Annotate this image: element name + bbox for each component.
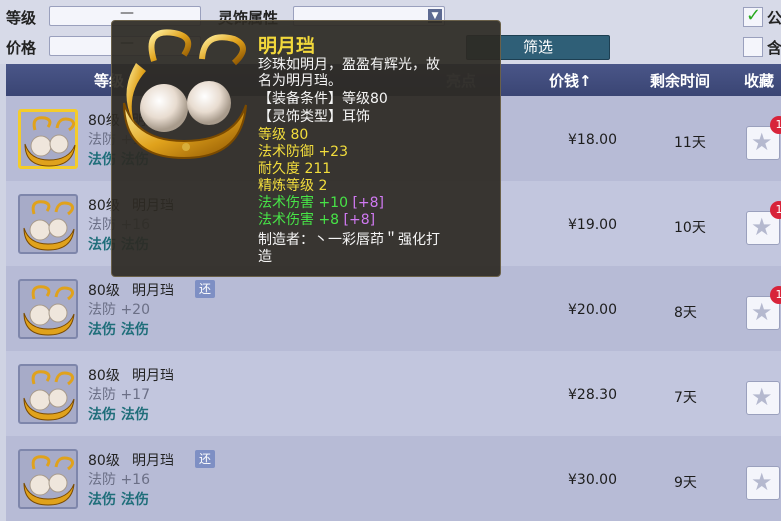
include-checkbox[interactable] xyxy=(743,37,763,57)
item-price: ¥20.00 xyxy=(568,302,617,318)
item-name: 明月珰 xyxy=(132,453,174,469)
tooltip-type: 【灵饰类型】耳饰 xyxy=(258,109,370,125)
earring-icon[interactable] xyxy=(18,449,78,509)
item-tags: 法伤 法伤 xyxy=(88,322,149,338)
item-remaining-time: 9天 xyxy=(674,475,697,491)
star-icon: ★ xyxy=(751,468,773,496)
earring-icon[interactable] xyxy=(18,194,78,254)
item-name: 明月珰 xyxy=(132,368,174,384)
col-price-sort[interactable]: 价钱↑ xyxy=(549,70,592,91)
tooltip-durability: 耐久度 211 xyxy=(258,161,332,177)
table-row[interactable]: 80级 明月珰 还 法防 +16 法伤 法伤 ¥30.00 9天 ★ xyxy=(6,436,781,521)
tooltip-attr-1: 法术伤害 +10 [+8] xyxy=(258,195,385,211)
tooltip-attr-2: 法术伤害 +8 [+8] xyxy=(258,212,376,228)
table-row[interactable]: 80级 明月珰 法防 +17 法伤 法伤 ¥28.30 7天 ★ xyxy=(6,351,781,436)
tooltip-requirement: 【装备条件】等级80 xyxy=(258,91,388,107)
earring-icon[interactable] xyxy=(18,109,78,169)
tooltip-maker-1: 制造者：丶一彩唇茚＂强化打 xyxy=(258,232,440,248)
tooltip-mdef: 法术防御 +23 xyxy=(258,144,348,160)
include-checkbox-label: 含 xyxy=(767,39,781,57)
item-level: 80级 xyxy=(88,283,120,299)
tooltip-desc-2: 名为明月珰。 xyxy=(258,73,342,89)
item-remaining-time: 8天 xyxy=(674,305,697,321)
notification-badge: 1 xyxy=(770,116,781,134)
public-checkbox[interactable]: ✓ xyxy=(743,5,763,27)
item-remaining-time: 10天 xyxy=(674,220,706,236)
table-row[interactable]: 80级 明月珰 还 法防 +20 法伤 法伤 ¥20.00 8天 ★ 1 xyxy=(6,266,781,351)
item-tags: 法伤 法伤 xyxy=(88,407,149,423)
favorite-button[interactable]: ★ xyxy=(746,466,780,500)
item-stat: 法防 +20 xyxy=(88,302,150,318)
earring-icon[interactable] xyxy=(18,279,78,339)
item-stat: 法防 +17 xyxy=(88,387,150,403)
earring-icon[interactable] xyxy=(18,364,78,424)
notification-badge: 1 xyxy=(770,286,781,304)
item-remaining-time: 11天 xyxy=(674,135,706,151)
item-price: ¥18.00 xyxy=(568,132,617,148)
return-badge: 还 xyxy=(195,280,215,298)
tooltip-refine: 精炼等级 2 xyxy=(258,178,328,194)
col-fav: 收藏 xyxy=(744,72,775,90)
item-stat: 法防 +16 xyxy=(88,472,150,488)
item-tooltip: 明月珰 珍珠如明月，盈盈有辉光，故 名为明月珰。 【装备条件】等级80 【灵饰类… xyxy=(111,20,501,277)
tooltip-desc-1: 珍珠如明月，盈盈有辉光，故 xyxy=(258,57,440,73)
return-badge: 还 xyxy=(195,450,215,468)
item-price: ¥28.30 xyxy=(568,387,617,403)
col-time[interactable]: 剩余时间 xyxy=(650,70,710,91)
level-filter-label: 等级 xyxy=(6,9,37,27)
earring-icon xyxy=(123,29,247,160)
item-level: 80级 xyxy=(88,368,120,384)
favorite-button[interactable]: ★ xyxy=(746,381,780,415)
tooltip-maker-2: 造 xyxy=(258,249,272,265)
item-remaining-time: 7天 xyxy=(674,390,697,406)
item-price: ¥19.00 xyxy=(568,217,617,233)
star-icon: ★ xyxy=(751,128,773,156)
item-level: 80级 xyxy=(88,453,120,469)
item-name: 明月珰 xyxy=(132,283,174,299)
notification-badge: 1 xyxy=(770,201,781,219)
item-tags: 法伤 法伤 xyxy=(88,492,149,508)
price-filter-label: 价格 xyxy=(6,39,37,57)
star-icon: ★ xyxy=(751,298,773,326)
item-price: ¥30.00 xyxy=(568,472,617,488)
tooltip-item-name: 明月珰 xyxy=(258,35,316,57)
checkmark-icon: ✓ xyxy=(746,5,762,26)
star-icon: ★ xyxy=(751,383,773,411)
tooltip-level: 等级 80 xyxy=(258,127,309,143)
public-checkbox-label: 公 xyxy=(767,9,781,27)
star-icon: ★ xyxy=(751,213,773,241)
